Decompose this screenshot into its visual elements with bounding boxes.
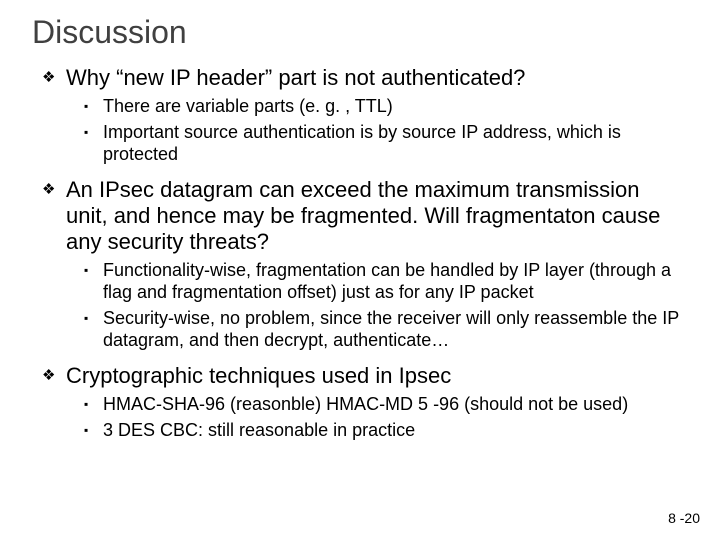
sub-list-item: ▪ There are variable parts (e. g. , TTL) — [84, 95, 684, 117]
sub-list-item-text: Security-wise, no problem, since the rec… — [103, 307, 684, 351]
slide-title: Discussion — [32, 14, 684, 51]
sub-list: ▪ Functionality-wise, fragmentation can … — [84, 259, 684, 351]
list-item-text: Cryptographic techniques used in Ipsec — [66, 363, 451, 389]
list-item: ❖ Cryptographic techniques used in Ipsec — [42, 363, 684, 389]
sub-list-item: ▪ Important source authentication is by … — [84, 121, 684, 165]
square-bullet-icon: ▪ — [84, 121, 94, 143]
list-item: ❖ An IPsec datagram can exceed the maxim… — [42, 177, 684, 255]
sub-list-item: ▪ Functionality-wise, fragmentation can … — [84, 259, 684, 303]
sub-list: ▪ HMAC-SHA-96 (reasonble) HMAC-MD 5 -96 … — [84, 393, 684, 441]
square-bullet-icon: ▪ — [84, 393, 94, 415]
square-bullet-icon: ▪ — [84, 307, 94, 329]
sub-list-item-text: There are variable parts (e. g. , TTL) — [103, 95, 393, 117]
sub-list-item: ▪ 3 DES CBC: still reasonable in practic… — [84, 419, 684, 441]
list-item: ❖ Why “new IP header” part is not authen… — [42, 65, 684, 91]
square-bullet-icon: ▪ — [84, 259, 94, 281]
sub-list-item-text: 3 DES CBC: still reasonable in practice — [103, 419, 415, 441]
slide-content: ❖ Why “new IP header” part is not authen… — [42, 65, 684, 441]
diamond-bullet-icon: ❖ — [42, 177, 56, 203]
list-item-text: Why “new IP header” part is not authenti… — [66, 65, 525, 91]
sub-list-item-text: HMAC-SHA-96 (reasonble) HMAC-MD 5 -96 (s… — [103, 393, 628, 415]
list-item-text: An IPsec datagram can exceed the maximum… — [66, 177, 684, 255]
diamond-bullet-icon: ❖ — [42, 363, 56, 389]
sub-list-item-text: Functionality-wise, fragmentation can be… — [103, 259, 684, 303]
square-bullet-icon: ▪ — [84, 95, 94, 117]
sub-list-item-text: Important source authentication is by so… — [103, 121, 684, 165]
sub-list-item: ▪ Security-wise, no problem, since the r… — [84, 307, 684, 351]
slide: Discussion ❖ Why “new IP header” part is… — [0, 0, 720, 540]
sub-list-item: ▪ HMAC-SHA-96 (reasonble) HMAC-MD 5 -96 … — [84, 393, 684, 415]
diamond-bullet-icon: ❖ — [42, 65, 56, 91]
square-bullet-icon: ▪ — [84, 419, 94, 441]
page-number: 8 -20 — [668, 510, 700, 526]
sub-list: ▪ There are variable parts (e. g. , TTL)… — [84, 95, 684, 165]
